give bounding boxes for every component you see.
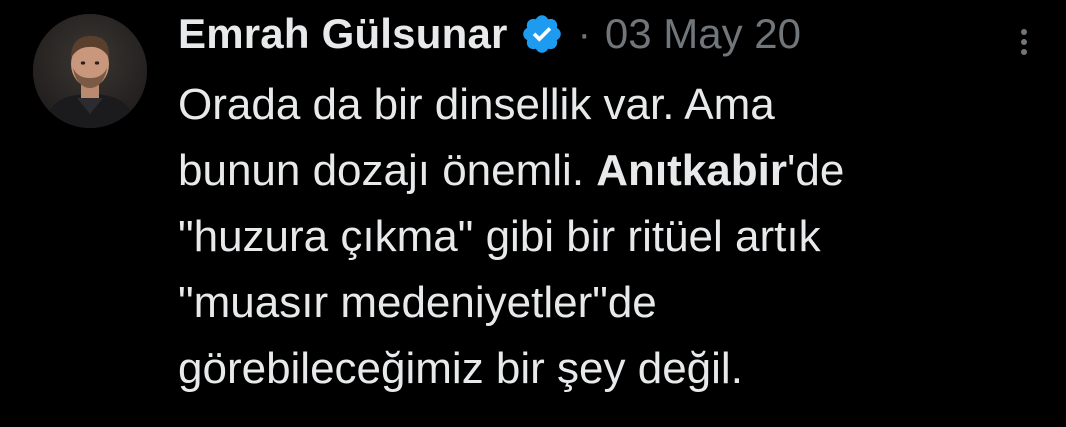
tweet-text-line: görebileceğimiz bir şey değil.	[178, 344, 743, 393]
tweet-text-line: bunun dozajı önemli. Anıtkabir'de	[178, 138, 1048, 204]
more-options-icon[interactable]	[1010, 22, 1038, 62]
tweet-text-line: "huzura çıkma" gibi bir ritüel artık	[178, 212, 821, 261]
author-name[interactable]: Emrah Gülsunar	[178, 10, 508, 58]
tweet-text: Orada da bir dinsellik var. Ama bunun do…	[178, 72, 1048, 402]
tweet-text-segment: bunun dozajı önemli.	[178, 146, 597, 195]
profile-photo-icon	[33, 14, 147, 128]
tweet[interactable]: Emrah Gülsunar · 03 May 20 Orada da bir …	[0, 0, 1066, 427]
avatar[interactable]	[33, 14, 147, 128]
verified-badge-icon	[520, 12, 564, 56]
tweet-header: Emrah Gülsunar · 03 May 20	[178, 6, 801, 62]
tweet-text-line: "muasır medeniyetler"de	[178, 278, 657, 327]
meta-separator: ·	[577, 11, 591, 56]
tweet-date[interactable]: 03 May 20	[605, 10, 801, 58]
tweet-text-bold: Anıtkabir	[596, 146, 787, 195]
tweet-text-line: Orada da bir dinsellik var. Ama	[178, 80, 775, 129]
tweet-text-segment: 'de	[786, 146, 845, 195]
